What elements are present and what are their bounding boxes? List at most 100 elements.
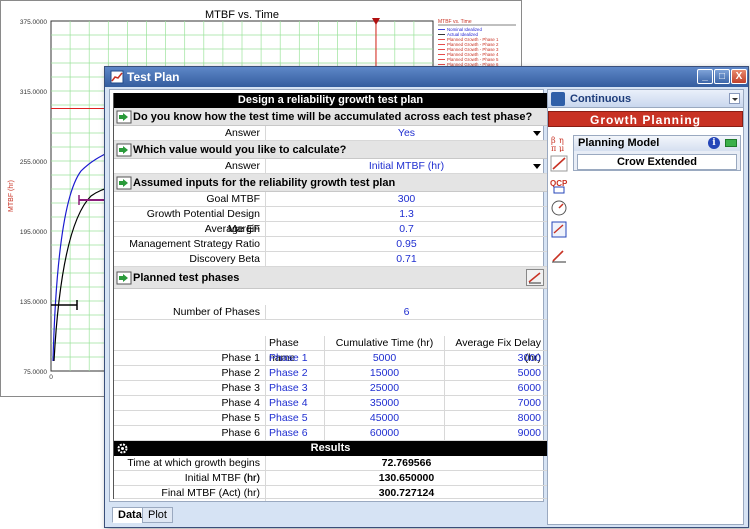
input-value[interactable]: 0.71 — [265, 252, 547, 267]
qcp-icon[interactable]: QCP — [550, 177, 568, 194]
data-type-icon — [551, 92, 565, 106]
column-header-cumulative-time: Cumulative Time (hr) — [324, 336, 444, 351]
gauge-icon[interactable] — [550, 199, 568, 216]
phase-table-header: Phase name Cumulative Time (hr) Average … — [114, 336, 547, 364]
phases-plot-button-icon[interactable] — [526, 269, 544, 286]
cumulative-time-cell[interactable]: 60000 — [324, 426, 444, 441]
fix-delay-cell[interactable]: 5000 — [444, 366, 545, 381]
cumulative-time-cell[interactable]: 25000 — [324, 381, 444, 396]
question-1-answer-select[interactable]: Yes — [265, 126, 547, 141]
chevron-down-icon[interactable] — [533, 164, 541, 169]
input-row-discovery-beta[interactable]: Discovery Beta 0.71 — [114, 252, 547, 267]
question-2-answer-row[interactable]: Answer Initial MTBF (hr) — [114, 159, 547, 174]
tab-plot[interactable]: Plot — [142, 507, 173, 523]
input-row-management-strategy[interactable]: Management Strategy Ratio 0.95 — [114, 237, 547, 252]
question-1-text: Do you know how the test time will be ac… — [133, 111, 533, 123]
input-value[interactable]: 0.95 — [265, 237, 547, 252]
planning-model-header: Planning Model i — [574, 136, 740, 151]
fix-delay-cell[interactable]: 9000 — [444, 426, 545, 441]
results-heading: Results — [114, 441, 547, 456]
y-tick-label: 375.0000 — [20, 19, 47, 26]
phase-row[interactable]: Phase 4 Phase 4 35000 7000 — [114, 396, 547, 411]
maximize-button[interactable]: □ — [714, 69, 730, 84]
gear-icon — [117, 443, 128, 454]
growth-planning-banner: Growth Planning — [548, 111, 743, 127]
result-label: Initial MTBF (hr) — [184, 472, 260, 484]
minimize-button[interactable]: _ — [697, 69, 713, 84]
result-value: 130.650000 — [265, 471, 547, 486]
result-value: 72.769566 — [265, 456, 547, 471]
svg-text:μ: μ — [559, 144, 564, 152]
window-title: Test Plan — [127, 70, 180, 84]
phase-row-label: Phase 1 — [221, 352, 260, 364]
results-heading-text: Results — [310, 442, 351, 454]
cumulative-time-cell[interactable]: 15000 — [324, 366, 444, 381]
question-1-answer-label: Answer — [224, 127, 260, 139]
cumulative-time-cell[interactable]: 5000 — [324, 351, 444, 366]
inputs-heading-text: Assumed inputs for the reliability growt… — [133, 177, 396, 189]
report-icon[interactable] — [550, 221, 568, 238]
chart-title: MTBF vs. Time — [205, 9, 279, 21]
pencil-icon[interactable] — [550, 247, 568, 264]
equation-icon[interactable]: β η π μ — [550, 135, 568, 152]
question-icon — [116, 110, 132, 124]
number-of-phases-value[interactable]: 6 — [265, 305, 547, 320]
phase-name-cell[interactable]: Phase 4 — [265, 396, 323, 411]
phase-row[interactable]: Phase 6 Phase 6 60000 9000 — [114, 426, 547, 441]
grid-header: Design a reliability growth test plan — [114, 93, 547, 108]
minimize-icon: _ — [702, 71, 708, 82]
input-row-average-ef[interactable]: Average EF 0.7 — [114, 222, 547, 237]
number-of-phases-row[interactable]: Number of Phases 6 — [114, 305, 547, 320]
phase-name-cell[interactable]: Phase 3 — [265, 381, 323, 396]
fix-delay-cell[interactable]: 7000 — [444, 396, 545, 411]
cumulative-time-cell[interactable]: 35000 — [324, 396, 444, 411]
phase-name-cell[interactable]: Phase 1 — [265, 351, 323, 366]
input-row-growth-potential[interactable]: Growth Potential Design Margin 1.3 — [114, 207, 547, 235]
phase-row[interactable]: Phase 3 Phase 3 25000 6000 — [114, 381, 547, 396]
result-row: Time at which growth begins (hr) 72.7695… — [114, 456, 547, 484]
input-label: Average EF — [204, 223, 260, 235]
phase-name-cell[interactable]: Phase 2 — [265, 366, 323, 381]
question-icon — [116, 143, 132, 157]
data-type-selector[interactable]: Continuous — [548, 90, 743, 108]
title-bar[interactable]: Test Plan _ □ X — [105, 67, 748, 87]
phase-row[interactable]: Phase 2 Phase 2 15000 5000 — [114, 366, 547, 381]
input-value[interactable]: 1.3 — [265, 207, 547, 222]
close-icon: X — [735, 71, 743, 82]
x-tick-label: 0 — [49, 374, 53, 381]
question-2-answer-select[interactable]: Initial MTBF (hr) — [265, 159, 547, 174]
fix-delay-cell[interactable]: 3000 — [444, 351, 545, 366]
fix-delay-cell[interactable]: 8000 — [444, 411, 545, 426]
y-tick-label: 135.0000 — [20, 299, 47, 306]
input-value[interactable]: 0.7 — [265, 222, 547, 237]
cumulative-time-cell[interactable]: 45000 — [324, 411, 444, 426]
input-value[interactable]: 300 — [265, 192, 547, 207]
plot-icon[interactable] — [550, 155, 568, 172]
data-grid: Design a reliability growth test plan Do… — [113, 93, 547, 501]
planning-model-button[interactable]: Crow Extended — [577, 154, 737, 170]
phase-name-cell[interactable]: Phase 5 — [265, 411, 323, 426]
maximize-icon: □ — [718, 71, 726, 82]
number-of-phases-label: Number of Phases — [173, 306, 260, 318]
phase-row-label: Phase 5 — [221, 412, 260, 424]
phases-icon — [116, 271, 132, 285]
chevron-down-icon[interactable] — [533, 131, 541, 136]
phase-row-label: Phase 2 — [221, 367, 260, 379]
info-icon[interactable]: i — [708, 137, 720, 149]
question-1-answer-row[interactable]: Answer Yes — [114, 126, 547, 141]
phase-row[interactable]: Phase 1 Phase 1 5000 3000 — [114, 351, 547, 366]
question-2-text: Which value would you like to calculate? — [133, 144, 347, 156]
phase-name-cell[interactable]: Phase 6 — [265, 426, 323, 441]
phase-row[interactable]: Phase 5 Phase 5 45000 8000 — [114, 411, 547, 426]
input-row-goal-mtbf[interactable]: Goal MTBF 300 — [114, 192, 547, 207]
y-axis-label: MTBF (hr) — [8, 180, 15, 212]
fix-delay-cell[interactable]: 6000 — [444, 381, 545, 396]
control-panel: Continuous Growth Planning β η π μ QCP P… — [547, 89, 744, 525]
column-header-phase-name: Phase name — [265, 336, 323, 364]
y-tick-label: 315.0000 — [20, 89, 47, 96]
status-indicator-icon — [725, 139, 737, 147]
screen: 375.0000 315.0000 255.0000 195.0000 135.0000… — [0, 0, 750, 529]
column-header-fix-delay: Average Fix Delay (hr) — [444, 336, 545, 364]
close-button[interactable]: X — [731, 69, 747, 84]
chevron-down-icon[interactable] — [729, 93, 740, 104]
